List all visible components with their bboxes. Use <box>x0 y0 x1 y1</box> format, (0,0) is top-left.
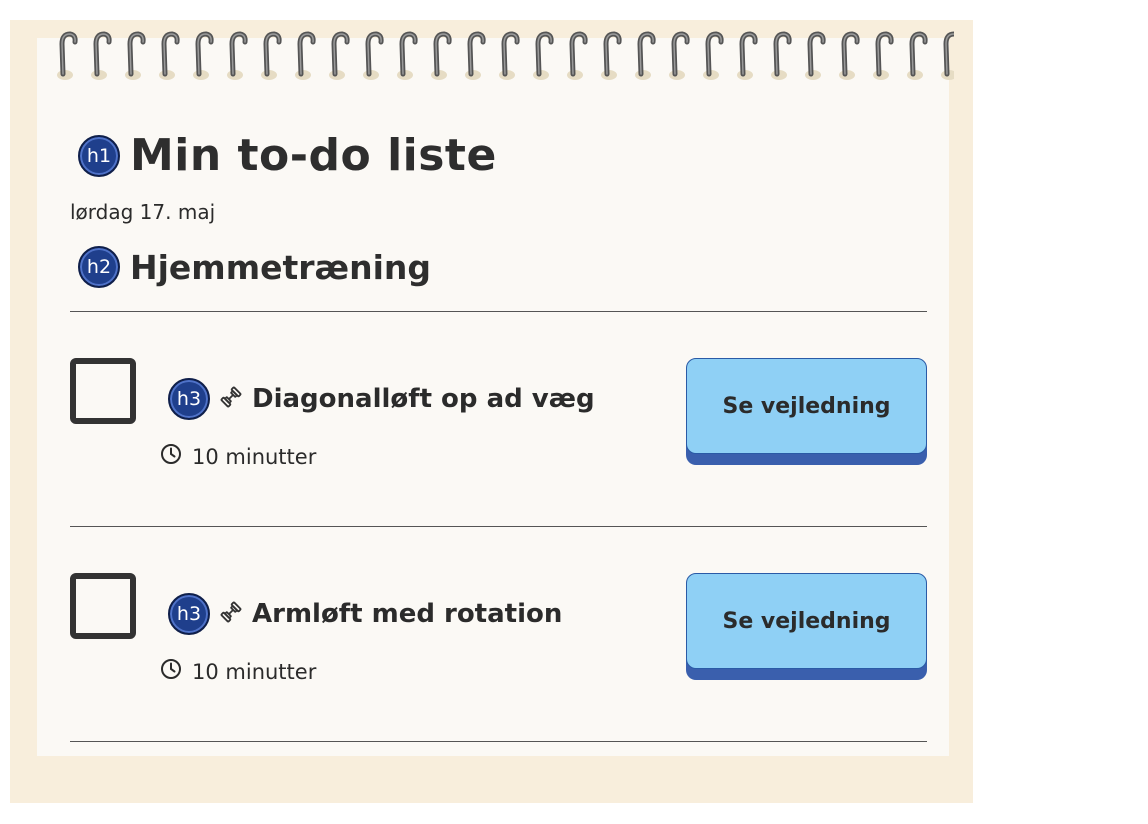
spiral-ring <box>904 28 938 83</box>
spiral-ring <box>496 28 530 83</box>
h2-badge: h2 <box>78 246 120 288</box>
task-item: h3 Diagonalløft op ad væg 10 minutter Se… <box>70 358 927 478</box>
spiral-ring <box>666 28 700 83</box>
spiral-ring <box>224 28 258 83</box>
spiral-binding <box>54 28 954 83</box>
spiral-ring <box>462 28 496 83</box>
spiral-ring <box>938 28 954 83</box>
task-duration: 10 minutter <box>192 659 317 684</box>
spiral-ring <box>598 28 632 83</box>
dumbbell-icon <box>218 386 244 413</box>
clock-icon <box>160 443 182 470</box>
task-title-row: h3 Diagonalløft op ad væg <box>168 378 595 420</box>
task-checkbox[interactable] <box>70 573 136 639</box>
spiral-ring <box>870 28 904 83</box>
guide-button[interactable]: Se vejledning <box>686 358 927 454</box>
section-title: Hjemmetræning <box>130 247 432 287</box>
section-heading: h2 Hjemmetræning <box>78 246 431 288</box>
spiral-ring <box>88 28 122 83</box>
page-title: Min to-do liste <box>130 130 497 181</box>
spiral-ring <box>700 28 734 83</box>
spiral-ring <box>326 28 360 83</box>
h1-badge: h1 <box>78 134 120 177</box>
spiral-ring <box>530 28 564 83</box>
spiral-ring <box>428 28 462 83</box>
spiral-ring <box>632 28 666 83</box>
spiral-ring <box>564 28 598 83</box>
spiral-ring <box>292 28 326 83</box>
task-duration-row: 10 minutter <box>160 658 316 685</box>
task-title: Diagonalløft op ad væg <box>252 384 595 414</box>
guide-button[interactable]: Se vejledning <box>686 573 927 669</box>
divider <box>70 311 927 312</box>
spiral-ring <box>190 28 224 83</box>
h3-badge: h3 <box>168 378 210 420</box>
divider <box>70 741 927 742</box>
spiral-ring <box>156 28 190 83</box>
spiral-ring <box>360 28 394 83</box>
task-item: h3 Armløft med rotation 10 minutter Se v… <box>70 573 927 693</box>
h3-badge: h3 <box>168 593 210 635</box>
spiral-ring <box>122 28 156 83</box>
task-title-row: h3 Armløft med rotation <box>168 593 562 635</box>
spiral-ring <box>802 28 836 83</box>
spiral-ring <box>836 28 870 83</box>
task-duration: 10 minutter <box>192 444 317 469</box>
dumbbell-icon <box>218 601 244 628</box>
spiral-ring <box>734 28 768 83</box>
page-heading: h1 Min to-do liste <box>78 130 497 181</box>
spiral-ring <box>768 28 802 83</box>
task-title: Armløft med rotation <box>252 599 563 629</box>
divider <box>70 526 927 527</box>
spiral-ring <box>394 28 428 83</box>
task-duration-row: 10 minutter <box>160 443 316 470</box>
spiral-ring <box>54 28 88 83</box>
task-checkbox[interactable] <box>70 358 136 424</box>
date-label: lørdag 17. maj <box>70 200 216 224</box>
clock-icon <box>160 658 182 685</box>
spiral-ring <box>258 28 292 83</box>
